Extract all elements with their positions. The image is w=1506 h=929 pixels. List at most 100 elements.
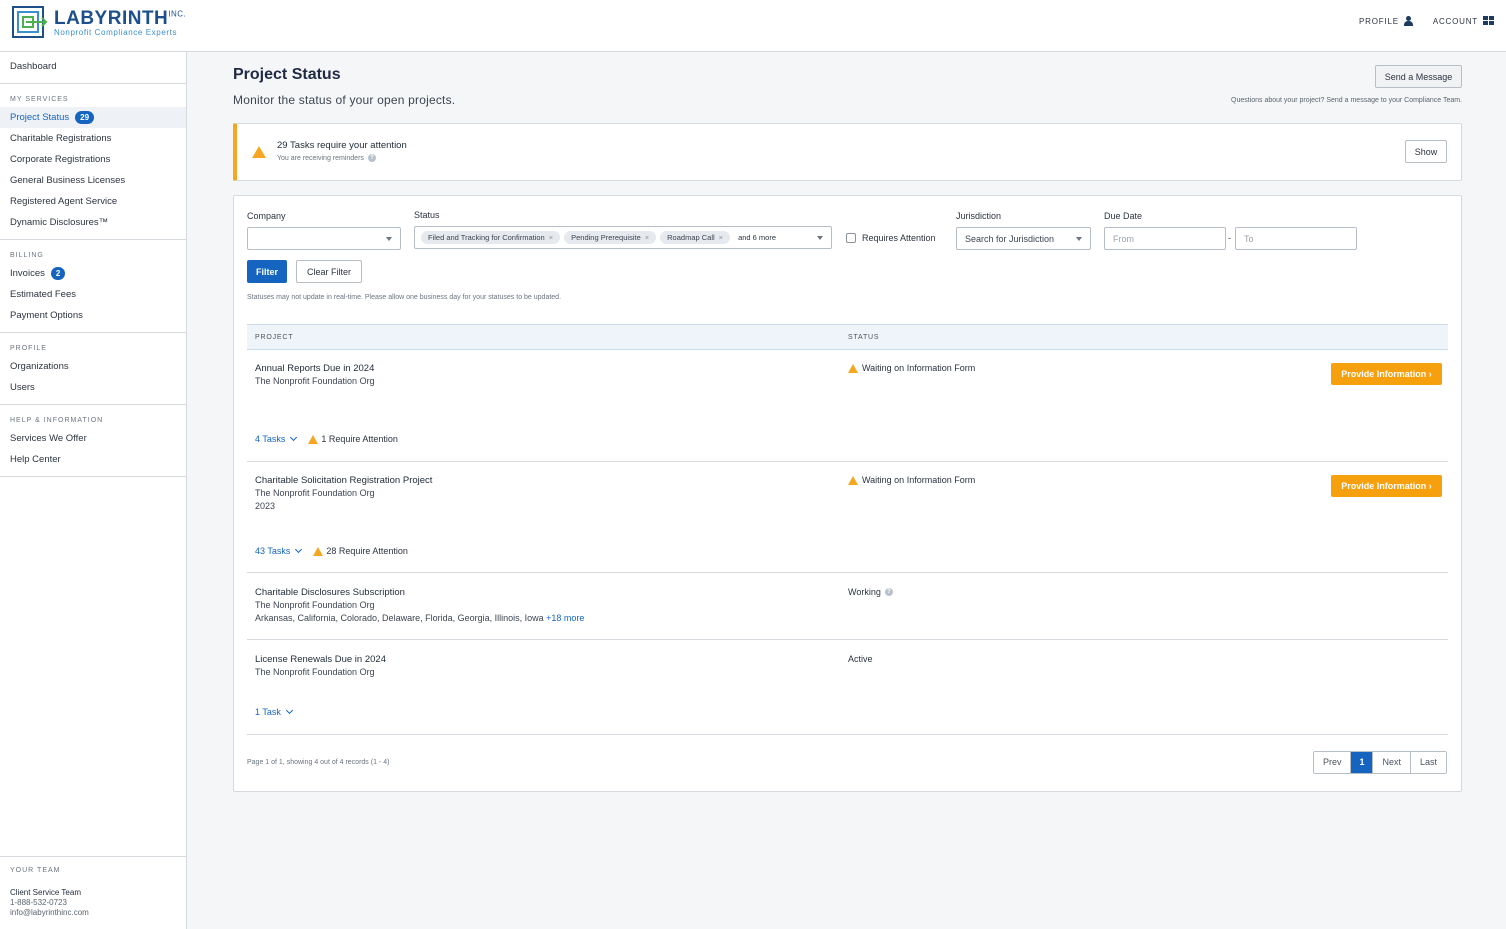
status-note: Statuses may not update in real-time. Pl… bbox=[247, 294, 562, 301]
table-header: PROJECT STATUS bbox=[247, 324, 1448, 350]
grid-icon bbox=[1483, 16, 1494, 26]
table-row: Annual Reports Due in 2024 The Nonprofit… bbox=[247, 350, 1448, 462]
tasks-toggle[interactable]: 43 Tasks bbox=[255, 546, 290, 556]
sidebar-item-invoices[interactable]: Invoices 2 bbox=[0, 263, 186, 284]
remove-icon[interactable]: × bbox=[719, 233, 723, 242]
table-row: Charitable Disclosures Subscription The … bbox=[247, 573, 1448, 640]
requires-attention-label[interactable]: Requires Attention bbox=[862, 233, 936, 243]
pagination-info: Page 1 of 1, showing 4 out of 4 records … bbox=[247, 759, 390, 766]
remove-icon[interactable]: × bbox=[549, 233, 553, 242]
provide-information-button[interactable]: Provide Information › bbox=[1331, 475, 1442, 497]
sidebar-item-payment-options[interactable]: Payment Options bbox=[0, 305, 186, 326]
next-page-button[interactable]: Next bbox=[1372, 752, 1410, 773]
more-states-link[interactable]: +18 more bbox=[546, 613, 584, 623]
chevron-down-icon[interactable] bbox=[285, 706, 293, 715]
warning-icon bbox=[308, 434, 319, 444]
projects-panel: Company Status Filed and Tracking for Co… bbox=[233, 195, 1462, 792]
chip-label: Filed and Tracking for Confirmation bbox=[428, 233, 545, 242]
sidebar-item-label: Estimated Fees bbox=[10, 289, 76, 300]
project-name[interactable]: Charitable Solicitation Registration Pro… bbox=[255, 475, 432, 486]
team-phone[interactable]: 1-888-532-0723 bbox=[10, 898, 176, 907]
sidebar-item-dashboard[interactable]: Dashboard bbox=[0, 56, 186, 77]
sidebar-item-organizations[interactable]: Organizations bbox=[0, 356, 186, 377]
chip-label: Roadmap Call bbox=[667, 233, 715, 242]
jurisdiction-label: Jurisdiction bbox=[956, 211, 1002, 221]
column-header-project: PROJECT bbox=[255, 334, 294, 341]
remove-icon[interactable]: × bbox=[645, 233, 649, 242]
sidebar-item-registered-agent[interactable]: Registered Agent Service bbox=[0, 191, 186, 212]
project-name[interactable]: Annual Reports Due in 2024 bbox=[255, 363, 374, 374]
account-label: ACCOUNT bbox=[1432, 16, 1478, 26]
due-date-label: Due Date bbox=[1104, 211, 1143, 221]
company-select[interactable] bbox=[247, 227, 401, 250]
help-icon[interactable]: ? bbox=[367, 154, 376, 162]
team-email[interactable]: info@labyrinthinc.com bbox=[10, 908, 176, 917]
sidebar-item-users[interactable]: Users bbox=[0, 377, 186, 398]
sidebar-item-dynamic-disclosures[interactable]: Dynamic Disclosures™ bbox=[0, 212, 186, 233]
project-name[interactable]: Charitable Disclosures Subscription bbox=[255, 587, 405, 598]
logo-suffix: INC. bbox=[168, 9, 187, 19]
warning-icon bbox=[848, 475, 858, 485]
warning-icon bbox=[313, 546, 324, 556]
page-subtitle: Monitor the status of your open projects… bbox=[233, 93, 456, 107]
chevron-down-icon[interactable] bbox=[290, 433, 298, 442]
section-heading-your-team: YOUR TEAM bbox=[10, 867, 61, 874]
page-title: Project Status bbox=[233, 66, 341, 83]
requires-attention-checkbox[interactable] bbox=[846, 233, 856, 243]
attention-alert: 29 Tasks require your attention You are … bbox=[233, 123, 1462, 181]
to-placeholder: To bbox=[1244, 233, 1254, 244]
count-badge: 2 bbox=[50, 267, 66, 280]
sidebar-item-services[interactable]: Services We Offer bbox=[0, 428, 186, 449]
sidebar-item-label: Charitable Registrations bbox=[10, 133, 112, 144]
due-to-input[interactable]: To bbox=[1235, 227, 1357, 250]
section-heading-my-services: MY SERVICES bbox=[10, 96, 69, 103]
sidebar-item-help-center[interactable]: Help Center bbox=[0, 449, 186, 470]
sidebar-item-label: Registered Agent Service bbox=[10, 196, 118, 207]
account-menu[interactable]: ACCOUNT bbox=[1433, 16, 1494, 26]
person-icon bbox=[1403, 16, 1413, 26]
current-page-button[interactable]: 1 bbox=[1350, 752, 1373, 773]
send-message-button[interactable]: Send a Message bbox=[1375, 65, 1462, 88]
chevron-down-icon[interactable] bbox=[295, 545, 303, 554]
filter-button[interactable]: Filter bbox=[247, 260, 287, 283]
sidebar-item-project-status[interactable]: Project Status 29 bbox=[0, 107, 186, 128]
alert-sub: You are receiving reminders bbox=[277, 154, 364, 162]
sidebar-item-charitable-registrations[interactable]: Charitable Registrations bbox=[0, 128, 186, 149]
sidebar-item-label: Help Center bbox=[10, 454, 61, 465]
project-name[interactable]: License Renewals Due in 2024 bbox=[255, 654, 386, 665]
sidebar-item-label: Dynamic Disclosures™ bbox=[10, 217, 109, 228]
logo[interactable]: LABYRINTHINC. Nonprofit Compliance Exper… bbox=[12, 6, 186, 38]
sidebar-item-label: Project Status bbox=[10, 112, 70, 123]
warning-icon bbox=[252, 146, 266, 158]
status-multiselect[interactable]: Filed and Tracking for Confirmation × Pen… bbox=[414, 226, 832, 249]
status-chip[interactable]: Pending Prerequisite × bbox=[564, 231, 657, 244]
sidebar-item-estimated-fees[interactable]: Estimated Fees bbox=[0, 284, 186, 305]
help-icon[interactable]: ? bbox=[884, 588, 893, 596]
chip-label: Pending Prerequisite bbox=[571, 233, 641, 242]
project-status: Waiting on Information Form bbox=[862, 363, 976, 373]
show-tasks-button[interactable]: Show bbox=[1405, 140, 1447, 163]
prev-page-button[interactable]: Prev bbox=[1313, 752, 1351, 773]
sidebar-item-label: Invoices bbox=[10, 268, 45, 279]
sidebar-item-label: General Business Licenses bbox=[10, 175, 126, 186]
tasks-toggle[interactable]: 4 Tasks bbox=[255, 434, 285, 444]
clear-filter-button[interactable]: Clear Filter bbox=[296, 260, 362, 283]
tasks-toggle[interactable]: 1 Task bbox=[255, 707, 281, 717]
table-row: Charitable Solicitation Registration Pro… bbox=[247, 462, 1448, 573]
project-states: Arkansas, California, Colorado, Delaware… bbox=[255, 613, 544, 623]
jurisdiction-select[interactable]: Search for Jurisdiction bbox=[956, 227, 1091, 250]
sidebar-item-business-licenses[interactable]: General Business Licenses bbox=[0, 170, 186, 191]
last-page-button[interactable]: Last bbox=[1409, 752, 1446, 773]
project-status: Waiting on Information Form bbox=[862, 475, 976, 485]
status-chip[interactable]: Roadmap Call × bbox=[660, 231, 731, 244]
profile-menu[interactable]: PROFILE bbox=[1359, 16, 1413, 26]
profile-label: PROFILE bbox=[1359, 16, 1399, 26]
status-chip[interactable]: Filed and Tracking for Confirmation × bbox=[421, 231, 561, 244]
provide-information-button[interactable]: Provide Information › bbox=[1331, 363, 1442, 385]
your-team: YOUR TEAM Client Service Team 1-888-532-… bbox=[0, 856, 186, 927]
chevron-down-icon bbox=[817, 236, 823, 240]
sidebar-item-corporate-registrations[interactable]: Corporate Registrations bbox=[0, 149, 186, 170]
more-statuses[interactable]: and 6 more bbox=[738, 233, 776, 242]
sidebar: Dashboard MY SERVICES Project Status 29 C… bbox=[0, 52, 187, 929]
due-from-input[interactable]: From bbox=[1104, 227, 1226, 250]
